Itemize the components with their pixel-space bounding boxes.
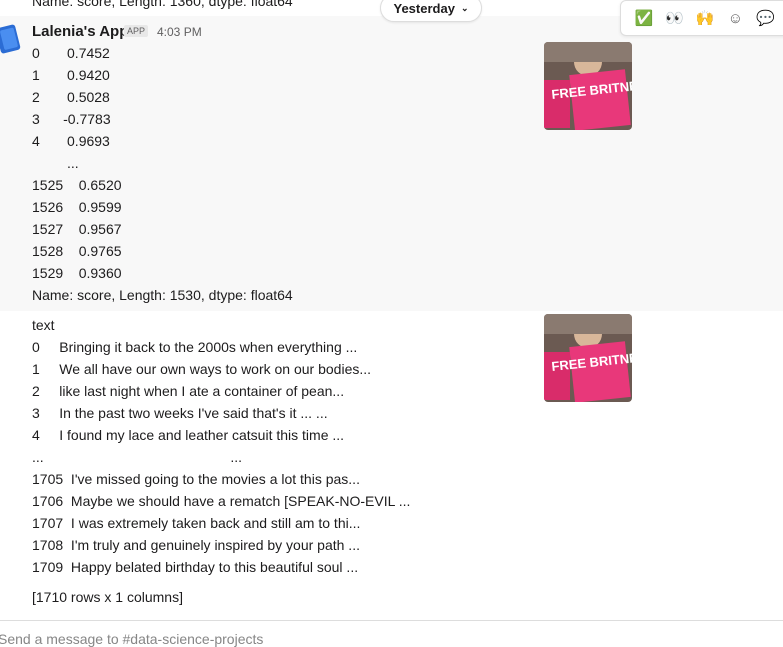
composer-divider <box>0 620 783 621</box>
output-line: text <box>32 317 55 333</box>
output-line: Name: score, Length: 1530, dtype: float6… <box>32 287 293 303</box>
output-line: 2 0.5028 <box>32 89 110 105</box>
output-line: 1707 I was extremely taken back and stil… <box>32 515 361 531</box>
reply-thread-icon[interactable]: 💬 <box>755 7 777 29</box>
day-divider-label: Yesterday <box>393 0 455 16</box>
output-line: 0 Bringing it back to the 2000s when eve… <box>32 339 358 355</box>
eyes-reaction-icon[interactable]: 👀 <box>664 7 686 29</box>
output-line: 1706 Maybe we should have a rematch [SPE… <box>32 493 411 509</box>
previous-message-tail: Name: score, Length: 1360, dtype: float6… <box>32 0 293 9</box>
output-line: 3 In the past two weeks I've said that's… <box>32 405 328 421</box>
chevron-down-icon: ⌄ <box>460 2 469 13</box>
output-line: 4 I found my lace and leather catsuit th… <box>32 427 345 443</box>
output-line: 1 We all have our own ways to work on ou… <box>32 361 372 377</box>
output-line: 1529 0.9360 <box>32 265 122 281</box>
output-line: 3 -0.7783 <box>32 111 111 127</box>
output-line: 1528 0.9765 <box>32 243 122 259</box>
output-line: 1527 0.9567 <box>32 221 122 237</box>
sender-name[interactable]: Lalenia's App <box>32 23 128 40</box>
day-divider-button[interactable]: Yesterday ⌄ <box>380 0 482 22</box>
output-line: 4 0.9693 <box>32 133 110 149</box>
output-line: [1710 rows x 1 columns] <box>32 589 183 605</box>
output-line: 1708 I'm truly and genuinely inspired by… <box>32 537 360 553</box>
app-badge: APP <box>124 25 149 37</box>
message-actions-toolbar: ✅ 👀 🙌 ☺ 💬 <box>620 0 783 36</box>
check-reaction-icon[interactable]: ✅ <box>633 7 655 29</box>
raised-hands-reaction-icon[interactable]: 🙌 <box>694 7 716 29</box>
add-reaction-icon[interactable]: ☺ <box>724 7 746 29</box>
attached-image[interactable]: FREE BRITNEY <box>544 314 632 402</box>
output-line: ... <box>32 155 79 171</box>
output-line: 1526 0.9599 <box>32 199 122 215</box>
output-line: 1705 I've missed going to the movies a l… <box>32 471 360 487</box>
app-avatar[interactable] <box>0 22 22 56</box>
output-line: 1525 0.6520 <box>32 177 122 193</box>
output-line: 1 0.9420 <box>32 67 110 83</box>
attached-image[interactable]: FREE BRITNEY <box>544 42 632 130</box>
output-line: ... ... <box>32 449 243 465</box>
message-composer-input[interactable]: Send a message to #data-science-projects <box>0 631 263 647</box>
output-line: 0 0.7452 <box>32 45 110 61</box>
message-timestamp[interactable]: 4:03 PM <box>157 25 202 39</box>
output-line: 2 like last night when I ate a container… <box>32 383 345 399</box>
output-line: 1709 Happy belated birthday to this beau… <box>32 559 359 575</box>
